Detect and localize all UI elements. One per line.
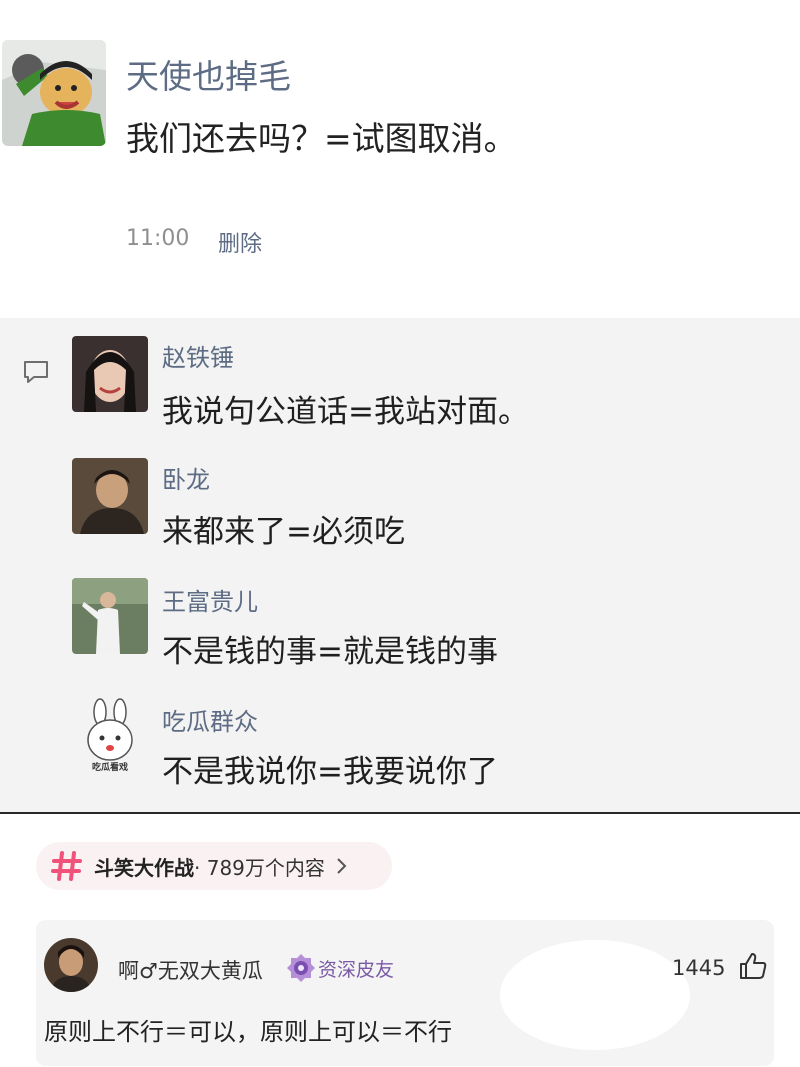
section-divider — [0, 812, 800, 814]
comment-author-name[interactable]: 王富贵儿 — [162, 582, 258, 617]
comment-text: 来都来了=必须吃 — [162, 514, 405, 550]
delete-link[interactable]: 删除 — [218, 226, 262, 258]
topic-name: 斗笑大作战 — [94, 855, 194, 880]
topic-count: · 789万个内容 — [194, 855, 325, 880]
comment-avatar[interactable] — [72, 578, 148, 654]
reply-username[interactable]: 啊♂无双大黄瓜 — [118, 955, 263, 985]
post-author-name[interactable]: 天使也掉毛 — [126, 50, 291, 98]
redaction-blob — [500, 940, 690, 1050]
chevron-right-icon — [337, 858, 347, 874]
post-author-avatar[interactable] — [2, 40, 106, 146]
comment-text: 不是钱的事=就是钱的事 — [162, 634, 498, 670]
comment-author-name[interactable]: 赵铁锤 — [162, 338, 234, 373]
thumbs-up-icon[interactable] — [738, 951, 768, 981]
like-count: 1445 — [672, 956, 726, 980]
comment-avatar[interactable]: 吃瓜看戏 — [72, 698, 148, 774]
topic-chip[interactable]: 斗笑大作战 · 789万个内容 — [36, 842, 392, 890]
comment-avatar[interactable] — [72, 336, 148, 412]
avatar-caption: 吃瓜看戏 — [92, 761, 128, 773]
post-text: 我们还去吗？=试图取消。 — [126, 119, 517, 158]
user-badge-label: 资深皮友 — [318, 959, 395, 981]
comment-avatar[interactable] — [72, 458, 148, 534]
comment-icon[interactable] — [22, 360, 50, 384]
post-timestamp: 11:00 — [126, 226, 190, 251]
reply-avatar[interactable] — [44, 938, 98, 992]
reply-text: 原则上不行＝可以，原则上可以＝不行 — [44, 1018, 452, 1046]
comment-author-name[interactable]: 卧龙 — [162, 460, 210, 495]
comment-author-name[interactable]: 吃瓜群众 — [162, 702, 258, 737]
hashtag-icon — [51, 851, 82, 881]
comment-text: 不是我说你=我要说你了 — [162, 754, 498, 790]
comment-text: 我说句公道话=我站对面。 — [162, 394, 529, 430]
badge-icon — [286, 953, 316, 983]
